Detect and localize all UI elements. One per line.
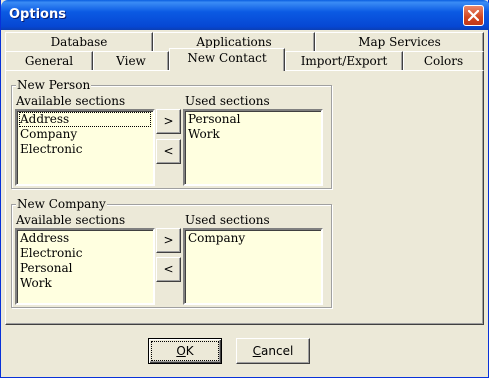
close-icon [468,10,479,21]
tab-map-services[interactable]: Map Services [315,32,484,52]
tab-label: General [25,54,73,68]
company-used-list[interactable]: Company [183,228,323,305]
tab-colors[interactable]: Colors [403,51,484,71]
list-item[interactable]: Address [19,231,151,246]
list-item[interactable]: Company [187,231,319,246]
company-used-label: Used sections [185,214,270,227]
new-person-group-label: New Person [16,79,91,92]
ok-button[interactable]: OK [148,338,222,364]
tab-label: Colors [424,54,463,68]
title-bar[interactable]: Options [1,0,489,30]
focus-ring [152,342,218,360]
person-remove-button[interactable]: < [156,139,181,164]
tab-database[interactable]: Database [5,32,153,52]
company-available-label: Available sections [16,214,125,227]
window-title: Options [9,7,66,22]
list-item[interactable]: Electronic [19,142,151,157]
options-dialog: Options Database Applications Map Servic… [0,0,489,378]
list-item[interactable]: Address [19,112,151,127]
list-item[interactable]: Work [19,276,151,291]
tab-label: Import/Export [301,54,388,68]
new-company-group-label: New Company [16,198,107,211]
tab-import-export[interactable]: Import/Export [285,51,403,71]
person-used-list[interactable]: Personal Work [183,109,323,186]
tab-view[interactable]: View [93,51,169,71]
company-add-button[interactable]: > [156,228,181,253]
tab-new-contact[interactable]: New Contact [169,48,285,71]
list-item[interactable]: Personal [187,112,319,127]
tab-label: Database [51,35,108,49]
cancel-label: Cancel [253,339,294,363]
tab-label: Applications [196,35,271,49]
list-item[interactable]: Personal [19,261,151,276]
list-item[interactable]: Company [19,127,151,142]
close-button[interactable] [463,5,484,26]
company-available-list[interactable]: Address Electronic Personal Work [15,228,155,305]
person-available-list[interactable]: Address Company Electronic [15,109,155,186]
list-item[interactable]: Work [187,127,319,142]
person-used-label: Used sections [185,95,270,108]
tab-label: View [116,54,146,68]
tab-panel-new-contact: New Person Available sections Used secti… [5,70,484,325]
person-add-button[interactable]: > [156,109,181,134]
list-item[interactable]: Electronic [19,246,151,261]
tab-label: Map Services [358,35,441,49]
company-remove-button[interactable]: < [156,257,181,282]
tab-general[interactable]: General [5,51,93,71]
person-available-label: Available sections [16,95,125,108]
cancel-button[interactable]: Cancel [236,338,310,364]
tab-label: New Contact [187,51,266,65]
